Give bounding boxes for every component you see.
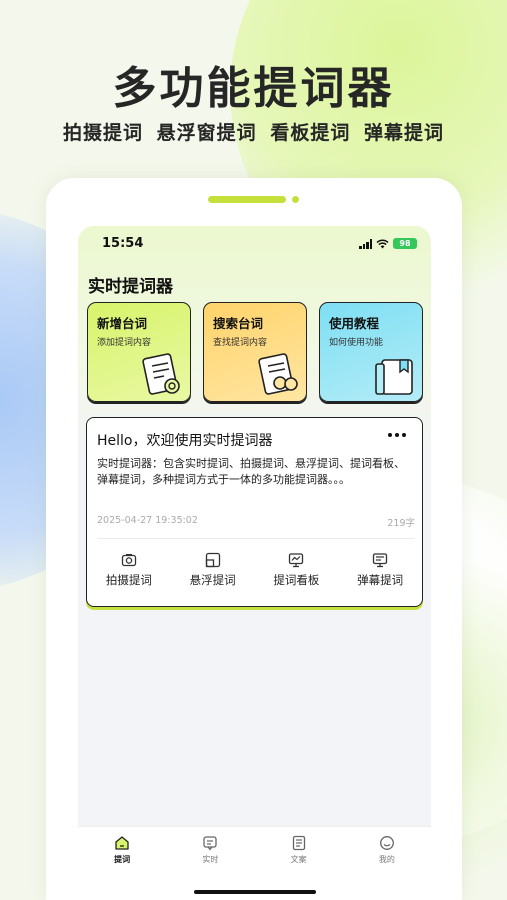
- status-time: 15:54: [102, 236, 144, 251]
- document-icon: [292, 835, 305, 851]
- float-prompt-button[interactable]: 悬浮提词: [171, 552, 255, 588]
- script-timestamp: 2025-04-27 19:35:02: [97, 515, 198, 526]
- action-label: 悬浮提词: [189, 573, 236, 587]
- home-icon: [115, 836, 129, 850]
- device-speaker: [208, 196, 286, 203]
- tab-prompt[interactable]: 提词: [78, 827, 166, 900]
- home-indicator: [194, 890, 316, 894]
- script-edit-icon: [142, 353, 180, 395]
- device-camera: [292, 196, 299, 203]
- tab-mine[interactable]: 我的: [343, 827, 431, 900]
- signal-icon: [359, 238, 372, 249]
- card-desc: 查找提词内容: [213, 338, 268, 348]
- script-title: Hello，欢迎使用实时提词器: [97, 433, 273, 449]
- device-frame: 15:54 98 实时提词器 新增台词 添加提词内容 搜索台词 查找提词内容 使…: [46, 178, 462, 900]
- add-script-card[interactable]: 新增台词 添加提词内容: [87, 302, 191, 402]
- message-icon: [203, 836, 218, 851]
- card-title: 新增台词: [97, 316, 148, 331]
- promo-feature: 看板提词: [270, 122, 351, 144]
- status-bar: 15:54 98: [78, 234, 431, 254]
- welcome-script-card[interactable]: Hello，欢迎使用实时提词器 实时提词器：包含实时提词、拍摄提词、悬浮提词、提…: [86, 417, 423, 607]
- tab-label: 提词: [114, 855, 131, 864]
- tab-label: 文案: [290, 855, 307, 864]
- quick-cards: 新增台词 添加提词内容 搜索台词 查找提词内容 使用教程 如何使用功能: [87, 302, 423, 402]
- promo-feature: 拍摄提词: [63, 122, 144, 144]
- script-char-count: 219字: [387, 518, 415, 529]
- script-actions: 拍摄提词 悬浮提词 提词看板 弹幕提词: [87, 552, 422, 588]
- battery-icon: 98: [393, 238, 417, 249]
- bottom-tab-bar: 提词 实时 文案 我的: [78, 826, 431, 900]
- camera-icon: [121, 554, 137, 567]
- camera-prompt-button[interactable]: 拍摄提词: [87, 552, 171, 588]
- search-script-card[interactable]: 搜索台词 查找提词内容: [203, 302, 307, 402]
- script-body: 实时提词器：包含实时提词、拍摄提词、悬浮提词、提词看板、弹幕提词，多种提词方式于…: [97, 457, 405, 486]
- promo-features: 拍摄提词 悬浮窗提词 看板提词 弹幕提词: [0, 118, 507, 145]
- card-desc: 如何使用功能: [329, 338, 384, 348]
- status-icons: 98: [359, 238, 417, 249]
- tutorial-card[interactable]: 使用教程 如何使用功能: [319, 302, 423, 402]
- float-window-icon: [205, 552, 220, 568]
- app-screen: 15:54 98 实时提词器 新增台词 添加提词内容 搜索台词 查找提词内容 使…: [78, 226, 431, 900]
- board-prompt-button[interactable]: 提词看板: [255, 552, 339, 588]
- more-icon[interactable]: [388, 428, 410, 442]
- divider: [97, 538, 415, 539]
- app-title: 实时提词器: [88, 277, 173, 297]
- tutorial-book-icon: [375, 359, 413, 395]
- barrage-icon: [372, 553, 388, 568]
- card-desc: 添加提词内容: [97, 338, 152, 348]
- card-title: 搜索台词: [213, 316, 264, 331]
- action-label: 拍摄提词: [105, 573, 152, 587]
- tab-label: 实时: [202, 855, 219, 864]
- promo-headline: 多功能提词器: [112, 63, 395, 114]
- script-meta: 2025-04-27 19:35:02 219字: [97, 515, 415, 529]
- barrage-prompt-button[interactable]: 弹幕提词: [338, 552, 422, 588]
- promo-feature: 悬浮窗提词: [156, 122, 257, 144]
- action-label: 提词看板: [273, 573, 320, 587]
- tab-label: 我的: [378, 855, 395, 864]
- promo-feature: 弹幕提词: [363, 122, 444, 144]
- action-label: 弹幕提词: [357, 573, 404, 587]
- wifi-icon: [376, 238, 389, 248]
- profile-icon: [379, 836, 394, 850]
- board-icon: [289, 553, 304, 568]
- card-title: 使用教程: [329, 316, 380, 331]
- script-search-icon: [258, 353, 298, 395]
